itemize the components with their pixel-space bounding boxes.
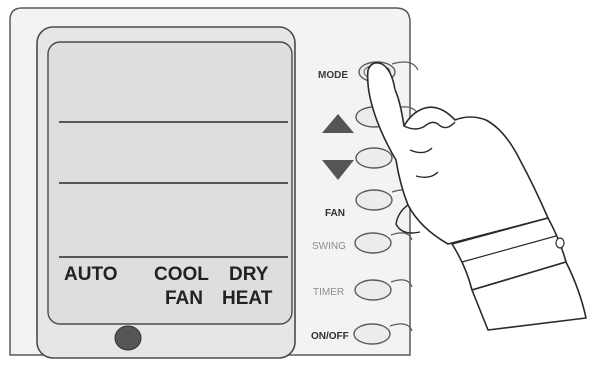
down-button[interactable] bbox=[355, 147, 393, 169]
mode-dry-label: DRY bbox=[229, 264, 269, 285]
mode-heat-label: HEAT bbox=[222, 288, 273, 309]
ir-sensor bbox=[114, 325, 142, 351]
timer-button-label: TIMER bbox=[313, 287, 344, 298]
timer-button[interactable] bbox=[354, 279, 392, 301]
mode-auto-label: AUTO bbox=[64, 264, 117, 285]
cuff-button bbox=[555, 237, 565, 249]
fan-button[interactable] bbox=[355, 189, 393, 211]
onoff-button-label: ON/OFF bbox=[311, 331, 349, 342]
mode-button-label: MODE bbox=[318, 70, 348, 81]
mode-cool-label: COOL bbox=[154, 264, 209, 285]
lcd-display: AUTO COOL DRY FAN HEAT bbox=[36, 26, 296, 359]
remote-control-diagram: AUTO COOL DRY FAN HEAT MODE FAN SWING TI… bbox=[9, 7, 587, 359]
swing-button[interactable] bbox=[354, 232, 392, 254]
mode-fan-label: FAN bbox=[165, 288, 203, 309]
fan-button-label: FAN bbox=[325, 208, 345, 219]
swing-button-label: SWING bbox=[312, 241, 346, 252]
onoff-button[interactable] bbox=[353, 323, 391, 345]
